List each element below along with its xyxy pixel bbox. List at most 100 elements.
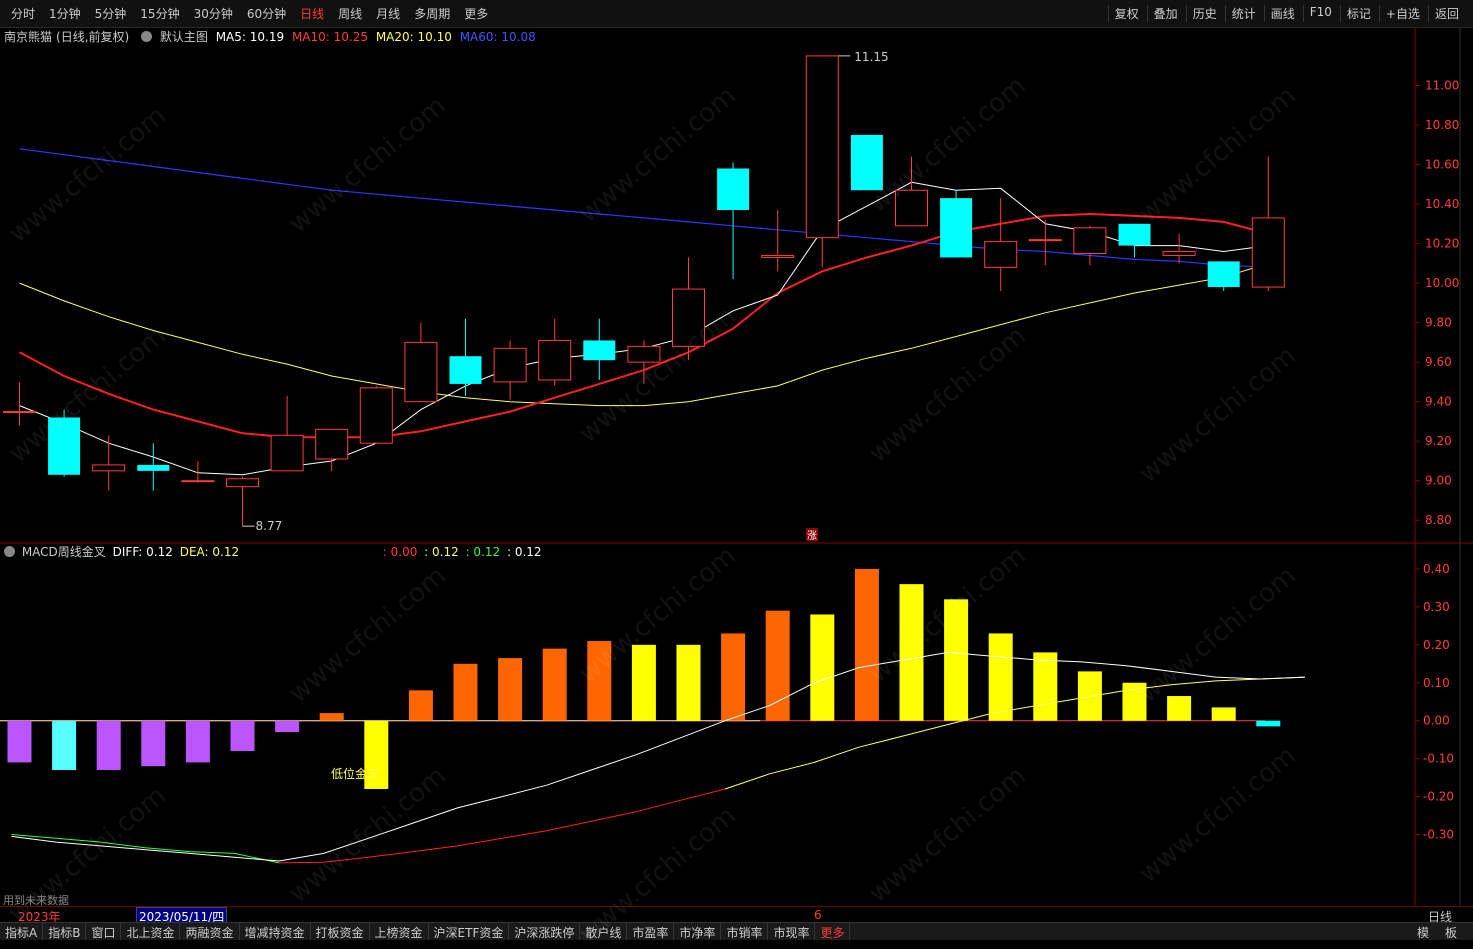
macd-bar <box>765 610 790 721</box>
tool-button-6[interactable]: 标记 <box>1339 5 1379 22</box>
high-price-label: 11.15 <box>854 50 888 64</box>
candle-body <box>3 411 36 414</box>
macd-bar <box>453 663 478 721</box>
period-4[interactable]: 30分钟 <box>187 5 240 22</box>
indicator-tab-5[interactable]: 增减持资金 <box>240 923 311 940</box>
macd-bar <box>810 614 835 721</box>
candle-body <box>984 241 1018 268</box>
period-6[interactable]: 日线 <box>293 5 331 22</box>
candle-body <box>940 198 973 258</box>
price-tick-label: 11.00 <box>1425 79 1459 93</box>
period-selector: 分时 1分钟 5分钟 15分钟 30分钟 60分钟 日线 周线 月线 多周期 更多 <box>4 5 495 22</box>
indicator-tab-6[interactable]: 打板资金 <box>311 923 370 940</box>
macd-bar <box>185 720 210 763</box>
candle-body <box>1118 223 1151 246</box>
right-tab-0[interactable]: 模 <box>1409 923 1437 941</box>
macd-bar <box>1033 652 1058 721</box>
candle-body <box>850 134 883 191</box>
macd-tick-label: 0.30 <box>1423 600 1450 614</box>
macd-bar <box>721 633 746 721</box>
macd-bar <box>498 658 523 721</box>
indicator-tab-8[interactable]: 沪深ETF资金 <box>429 923 510 940</box>
candle-body <box>137 464 170 471</box>
candle-body <box>404 341 438 403</box>
indicator-tab-13[interactable]: 市销率 <box>721 923 769 940</box>
candle-body <box>1251 217 1285 288</box>
candle-body <box>1207 261 1240 288</box>
indicator-tab-4[interactable]: 两融资金 <box>180 923 240 940</box>
price-tick-label: 9.00 <box>1425 474 1452 488</box>
indicator-tab-12[interactable]: 市净率 <box>674 923 722 940</box>
tool-button-1[interactable]: 叠加 <box>1146 5 1186 22</box>
period-10[interactable]: 更多 <box>457 5 495 22</box>
candle-body <box>672 288 705 347</box>
candle-body <box>717 168 750 211</box>
dea-line-red <box>279 788 726 864</box>
ma20-line <box>19 262 1269 407</box>
macd-annotation: 低位金叉 <box>331 767 380 781</box>
price-tick-label: 9.80 <box>1425 316 1452 330</box>
tool-button-0[interactable]: 复权 <box>1107 5 1147 22</box>
indicator-tab-10[interactable]: 散户线 <box>580 923 628 940</box>
indicator-tab-1[interactable]: 指标B <box>43 923 87 940</box>
candle-body <box>805 55 839 239</box>
period-7[interactable]: 周线 <box>331 5 369 22</box>
candle-body <box>92 464 126 472</box>
macd-bar <box>587 641 612 721</box>
indicator-tab-9[interactable]: 沪深涨跌停 <box>509 923 581 940</box>
macd-tick-label: -0.20 <box>1423 790 1454 804</box>
indicator-tab-7[interactable]: 上榜资金 <box>370 923 429 940</box>
tool-button-7[interactable]: +自选 <box>1378 5 1428 22</box>
period-9[interactable]: 多周期 <box>407 5 457 22</box>
candle-body <box>583 340 616 361</box>
indicator-tab-15[interactable]: 更多 <box>815 923 851 940</box>
tool-button-2[interactable]: 历史 <box>1185 5 1225 22</box>
candle-body <box>315 428 349 460</box>
tool-button-5[interactable]: F10 <box>1302 5 1340 22</box>
macd-bar <box>52 720 77 770</box>
candle-body <box>449 356 482 384</box>
period-1[interactable]: 1分钟 <box>42 5 88 22</box>
macd-tick-label: 0.40 <box>1423 562 1450 576</box>
indicator-tab-3[interactable]: 北上资金 <box>121 923 181 940</box>
indicator-tab-14[interactable]: 市现率 <box>768 923 816 940</box>
macd-bar <box>988 633 1013 721</box>
candle-body <box>895 189 928 227</box>
period-5[interactable]: 60分钟 <box>240 5 293 22</box>
macd-bar <box>230 720 255 752</box>
period-2[interactable]: 5分钟 <box>88 5 134 22</box>
candle-body <box>1162 251 1196 256</box>
price-tick-label: 10.40 <box>1425 197 1459 211</box>
macd-tick-label: 0.00 <box>1423 714 1450 728</box>
ma5-line <box>19 181 1269 476</box>
macd-bar <box>7 720 32 763</box>
candle-body <box>359 387 393 444</box>
macd-bar <box>275 720 300 733</box>
macd-tick-label: -0.30 <box>1423 827 1454 841</box>
period-8[interactable]: 月线 <box>369 5 407 22</box>
indicator-tab-11[interactable]: 市盈率 <box>627 923 675 940</box>
price-tick-label: 10.00 <box>1425 276 1459 290</box>
candle-body <box>627 345 661 363</box>
candle-body <box>1028 239 1062 242</box>
period-0[interactable]: 分时 <box>4 5 42 22</box>
bottom-indicator-tabs: 指标A 指标B 窗口 北上资金 两融资金 增减持资金 打板资金 上榜资金 沪深ETF资金 沪深涨跌… <box>0 922 1473 940</box>
macd-bar <box>944 599 969 721</box>
kline-chart-area[interactable]: 11.00 10.80 10.60 10.40 10.20 10.00 9.80 9.60 9.… <box>0 28 1473 906</box>
price-tick-label: 10.20 <box>1425 237 1459 251</box>
tool-button-8[interactable]: 返回 <box>1427 5 1467 22</box>
period-3[interactable]: 15分钟 <box>133 5 186 22</box>
macd-bar <box>631 644 656 721</box>
candle-body <box>181 480 215 483</box>
tool-button-3[interactable]: 统计 <box>1224 5 1264 22</box>
candle-body <box>226 478 259 488</box>
macd-bar <box>676 644 701 721</box>
indicator-tab-0[interactable]: 指标A <box>0 923 44 940</box>
date-axis: 2023年 2023/05/11/四 6 日线 <box>0 906 1473 926</box>
right-tab-1[interactable]: 板 <box>1437 923 1465 941</box>
tool-button-4[interactable]: 画线 <box>1263 5 1303 22</box>
month-mark: 6 <box>814 908 822 922</box>
macd-bar <box>1256 720 1281 727</box>
indicator-tab-2[interactable]: 窗口 <box>86 923 122 940</box>
macd-tick-label: 0.20 <box>1423 638 1450 652</box>
